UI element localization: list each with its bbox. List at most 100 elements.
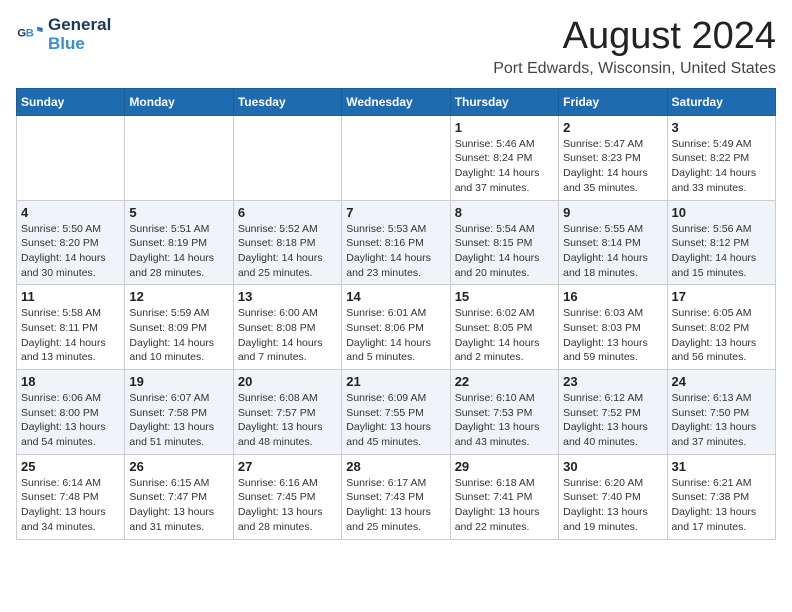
day-number: 15 <box>455 289 554 304</box>
day-number: 20 <box>238 374 337 389</box>
calendar-cell: 16Sunrise: 6:03 AM Sunset: 8:03 PM Dayli… <box>559 285 667 370</box>
day-number: 29 <box>455 459 554 474</box>
calendar-week-5: 25 Sunrise: 6:14 AM Sunset: 7:48 PM Dayli… <box>17 454 776 539</box>
day-number: 3 <box>672 120 771 135</box>
calendar-cell: 4 Sunrise: 5:50 AM Sunset: 8:20 PM Daylig… <box>17 200 125 285</box>
day-number: 31 <box>672 459 771 474</box>
day-info: Sunrise: 6:14 AM Sunset: 7:48 PM Dayligh… <box>21 476 120 535</box>
calendar-cell: 5Sunrise: 5:51 AM Sunset: 8:19 PM Daylig… <box>125 200 233 285</box>
calendar-cell: 6Sunrise: 5:52 AM Sunset: 8:18 PM Daylig… <box>233 200 341 285</box>
logo: G B General Blue <box>16 16 111 53</box>
day-number: 9 <box>563 205 662 220</box>
calendar-cell: 26Sunrise: 6:15 AM Sunset: 7:47 PM Dayli… <box>125 454 233 539</box>
header-wednesday: Wednesday <box>342 88 450 115</box>
day-number: 2 <box>563 120 662 135</box>
day-number: 8 <box>455 205 554 220</box>
day-info: Sunrise: 6:06 AM Sunset: 8:00 PM Dayligh… <box>21 391 120 450</box>
header-thursday: Thursday <box>450 88 558 115</box>
header-tuesday: Tuesday <box>233 88 341 115</box>
calendar-cell <box>233 115 341 200</box>
day-info: Sunrise: 5:55 AM Sunset: 8:14 PM Dayligh… <box>563 222 662 281</box>
day-number: 16 <box>563 289 662 304</box>
day-info: Sunrise: 6:07 AM Sunset: 7:58 PM Dayligh… <box>129 391 228 450</box>
subtitle: Port Edwards, Wisconsin, United States <box>493 60 776 78</box>
day-info: Sunrise: 5:51 AM Sunset: 8:19 PM Dayligh… <box>129 222 228 281</box>
page-header: G B General Blue August 2024 Port Edward… <box>16 16 776 78</box>
calendar-cell: 22 Sunrise: 6:10 AM Sunset: 7:53 PM Dayli… <box>450 370 558 455</box>
svg-text:B: B <box>26 27 34 39</box>
calendar-cell <box>17 115 125 200</box>
header-saturday: Saturday <box>667 88 775 115</box>
day-number: 1 <box>455 120 554 135</box>
header-monday: Monday <box>125 88 233 115</box>
calendar-cell: 31Sunrise: 6:21 AM Sunset: 7:38 PM Dayli… <box>667 454 775 539</box>
day-number: 28 <box>346 459 445 474</box>
day-info: Sunrise: 6:08 AM Sunset: 7:57 PM Dayligh… <box>238 391 337 450</box>
day-info: Sunrise: 6:00 AM Sunset: 8:08 PM Dayligh… <box>238 306 337 365</box>
calendar-cell: 7Sunrise: 5:53 AM Sunset: 8:16 PM Daylig… <box>342 200 450 285</box>
calendar-cell <box>342 115 450 200</box>
day-number: 4 <box>21 205 120 220</box>
svg-text:G: G <box>17 27 26 39</box>
calendar-cell: 14 Sunrise: 6:01 AM Sunset: 8:06 PM Dayli… <box>342 285 450 370</box>
day-info: Sunrise: 6:13 AM Sunset: 7:50 PM Dayligh… <box>672 391 771 450</box>
calendar-cell: 30 Sunrise: 6:20 AM Sunset: 7:40 PM Dayli… <box>559 454 667 539</box>
day-number: 23 <box>563 374 662 389</box>
calendar-cell: 24Sunrise: 6:13 AM Sunset: 7:50 PM Dayli… <box>667 370 775 455</box>
day-number: 7 <box>346 205 445 220</box>
calendar-cell: 3 Sunrise: 5:49 AM Sunset: 8:22 PM Daylig… <box>667 115 775 200</box>
main-title: August 2024 <box>493 16 776 58</box>
day-number: 11 <box>21 289 120 304</box>
day-number: 22 <box>455 374 554 389</box>
day-number: 21 <box>346 374 445 389</box>
day-info: Sunrise: 5:49 AM Sunset: 8:22 PM Dayligh… <box>672 137 771 196</box>
day-number: 17 <box>672 289 771 304</box>
calendar-cell: 11 Sunrise: 5:58 AM Sunset: 8:11 PM Dayli… <box>17 285 125 370</box>
calendar-cell: 28Sunrise: 6:17 AM Sunset: 7:43 PM Dayli… <box>342 454 450 539</box>
day-info: Sunrise: 6:18 AM Sunset: 7:41 PM Dayligh… <box>455 476 554 535</box>
day-number: 18 <box>21 374 120 389</box>
header-friday: Friday <box>559 88 667 115</box>
calendar-week-2: 4 Sunrise: 5:50 AM Sunset: 8:20 PM Daylig… <box>17 200 776 285</box>
day-number: 26 <box>129 459 228 474</box>
day-info: Sunrise: 5:59 AM Sunset: 8:09 PM Dayligh… <box>129 306 228 365</box>
calendar-cell: 15 Sunrise: 6:02 AM Sunset: 8:05 PM Dayli… <box>450 285 558 370</box>
day-info: Sunrise: 5:46 AM Sunset: 8:24 PM Dayligh… <box>455 137 554 196</box>
day-info: Sunrise: 6:02 AM Sunset: 8:05 PM Dayligh… <box>455 306 554 365</box>
calendar-cell: 18 Sunrise: 6:06 AM Sunset: 8:00 PM Dayli… <box>17 370 125 455</box>
calendar-week-3: 11 Sunrise: 5:58 AM Sunset: 8:11 PM Dayli… <box>17 285 776 370</box>
calendar-cell: 27 Sunrise: 6:16 AM Sunset: 7:45 PM Dayli… <box>233 454 341 539</box>
day-info: Sunrise: 6:16 AM Sunset: 7:45 PM Dayligh… <box>238 476 337 535</box>
calendar-week-1: 1 Sunrise: 5:46 AM Sunset: 8:24 PM Daylig… <box>17 115 776 200</box>
calendar-cell: 17 Sunrise: 6:05 AM Sunset: 8:02 PM Dayli… <box>667 285 775 370</box>
day-number: 25 <box>21 459 120 474</box>
calendar-cell: 12 Sunrise: 5:59 AM Sunset: 8:09 PM Dayli… <box>125 285 233 370</box>
calendar-week-4: 18 Sunrise: 6:06 AM Sunset: 8:00 PM Dayli… <box>17 370 776 455</box>
calendar-table: SundayMondayTuesdayWednesdayThursdayFrid… <box>16 88 776 540</box>
title-block: August 2024 Port Edwards, Wisconsin, Uni… <box>493 16 776 78</box>
calendar-header-row: SundayMondayTuesdayWednesdayThursdayFrid… <box>17 88 776 115</box>
day-info: Sunrise: 5:58 AM Sunset: 8:11 PM Dayligh… <box>21 306 120 365</box>
day-info: Sunrise: 6:05 AM Sunset: 8:02 PM Dayligh… <box>672 306 771 365</box>
calendar-cell: 19Sunrise: 6:07 AM Sunset: 7:58 PM Dayli… <box>125 370 233 455</box>
calendar-cell: 10Sunrise: 5:56 AM Sunset: 8:12 PM Dayli… <box>667 200 775 285</box>
day-number: 27 <box>238 459 337 474</box>
calendar-cell: 2Sunrise: 5:47 AM Sunset: 8:23 PM Daylig… <box>559 115 667 200</box>
day-info: Sunrise: 6:01 AM Sunset: 8:06 PM Dayligh… <box>346 306 445 365</box>
day-info: Sunrise: 6:10 AM Sunset: 7:53 PM Dayligh… <box>455 391 554 450</box>
calendar-cell: 20 Sunrise: 6:08 AM Sunset: 7:57 PM Dayli… <box>233 370 341 455</box>
calendar-cell: 25 Sunrise: 6:14 AM Sunset: 7:48 PM Dayli… <box>17 454 125 539</box>
calendar-cell: 21Sunrise: 6:09 AM Sunset: 7:55 PM Dayli… <box>342 370 450 455</box>
day-number: 30 <box>563 459 662 474</box>
day-number: 6 <box>238 205 337 220</box>
day-number: 10 <box>672 205 771 220</box>
logo-name-line2: Blue <box>48 35 111 54</box>
day-number: 12 <box>129 289 228 304</box>
day-info: Sunrise: 5:50 AM Sunset: 8:20 PM Dayligh… <box>21 222 120 281</box>
day-info: Sunrise: 6:20 AM Sunset: 7:40 PM Dayligh… <box>563 476 662 535</box>
calendar-cell: 9 Sunrise: 5:55 AM Sunset: 8:14 PM Daylig… <box>559 200 667 285</box>
day-number: 14 <box>346 289 445 304</box>
header-sunday: Sunday <box>17 88 125 115</box>
calendar-cell: 8Sunrise: 5:54 AM Sunset: 8:15 PM Daylig… <box>450 200 558 285</box>
calendar-cell <box>125 115 233 200</box>
